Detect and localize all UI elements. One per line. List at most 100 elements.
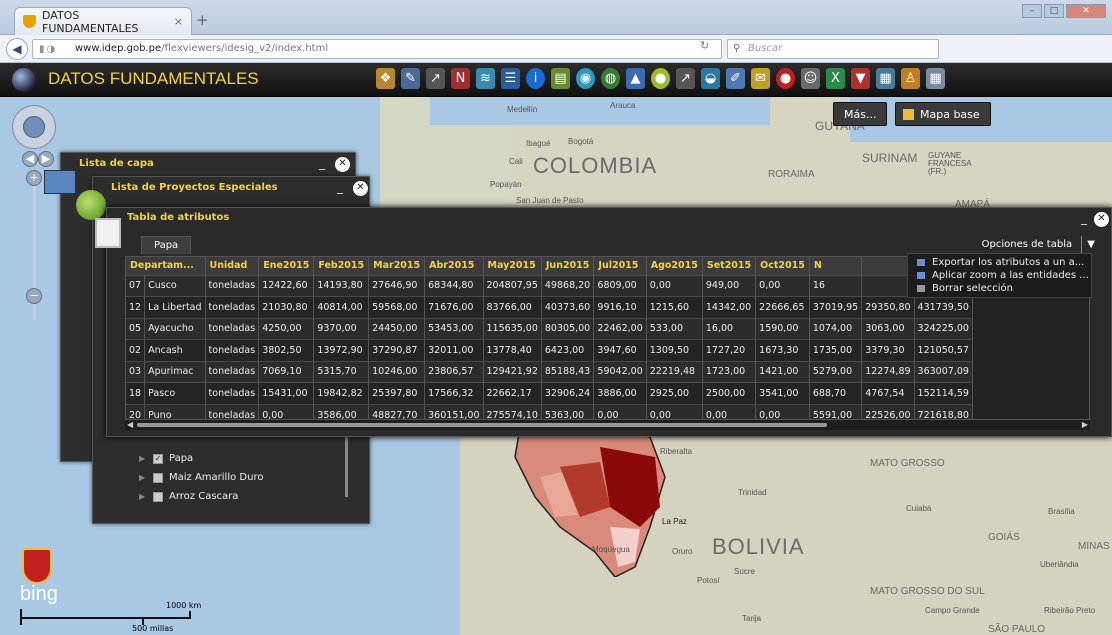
label-campo-grande: Campo Grande: [925, 606, 980, 615]
scroll-right-icon[interactable]: ▶: [1082, 420, 1088, 429]
column-header[interactable]: Unidad: [205, 257, 260, 275]
project-item-maiz[interactable]: ▶ Maiz Amarillo Duro: [139, 468, 263, 487]
project-item-arroz[interactable]: ▶ Arroz Cascara: [139, 487, 263, 506]
browser-tab[interactable]: DATOS FUNDAMENTALES ×: [14, 7, 192, 35]
new-tab-button[interactable]: +: [196, 11, 209, 29]
maximize-window-button[interactable]: □: [1044, 4, 1064, 18]
leaf-widget-icon[interactable]: [76, 190, 106, 220]
column-header[interactable]: Mar2015: [368, 257, 426, 275]
search-bar[interactable]: ⚲ Buscar: [727, 39, 939, 59]
list-tool-icon[interactable]: ☰: [501, 68, 520, 89]
table-row[interactable]: 18 Pasco toneladas 15431,00 19842,82 25397,80…: [126, 382, 973, 404]
table-options-button[interactable]: Opciones de tabla ▼: [982, 236, 1095, 254]
zoom-slider[interactable]: + −: [26, 170, 42, 320]
menu-clear-selection[interactable]: Borrar selección: [908, 282, 1091, 295]
excel-tool-icon[interactable]: X: [826, 68, 845, 89]
column-header[interactable]: May2015: [483, 257, 542, 275]
zoom-out-icon[interactable]: −: [26, 288, 42, 304]
chevron-down-icon[interactable]: ▼: [1081, 236, 1095, 254]
person-tool-icon[interactable]: ♙: [901, 68, 920, 89]
url-path: /flexviewers/idesig_v2/index.html: [161, 43, 329, 54]
table-tool-icon[interactable]: ▦: [876, 68, 895, 89]
pan-center-icon[interactable]: [23, 116, 45, 138]
expand-icon[interactable]: ▶: [139, 473, 153, 482]
menu-export-attributes[interactable]: Exportar los atributos a un a...: [908, 256, 1091, 269]
table-cell: 4767,54: [861, 382, 915, 404]
layer-list-minimize-button[interactable]: _: [319, 156, 325, 170]
checkbox-checked-icon[interactable]: ✓: [153, 453, 163, 464]
layers-tool-icon[interactable]: ❖: [376, 68, 395, 89]
notes-tool-icon[interactable]: ✉: [751, 68, 770, 89]
column-header[interactable]: Abr2015: [424, 257, 484, 275]
scrollbar-thumb[interactable]: [137, 423, 827, 427]
globe-tool-icon[interactable]: ◉: [576, 68, 595, 89]
label-popayan: Popayán: [490, 180, 522, 189]
scale-mi-label: 500 millas: [132, 624, 174, 633]
print-tool-icon[interactable]: ▤: [551, 68, 570, 89]
more-button[interactable]: Más...: [833, 102, 888, 126]
basemap-button[interactable]: Mapa base: [895, 102, 991, 126]
table-row[interactable]: 05 Ayacucho toneladas 4250,00 9370,00 24450,0…: [126, 317, 973, 340]
layer-list-close-button[interactable]: ✕: [335, 157, 350, 172]
project-item-papa[interactable]: ▶ ✓ Papa: [139, 449, 263, 468]
column-header[interactable]: Ene2015: [258, 257, 315, 275]
bookmark-tool-icon[interactable]: N: [451, 68, 470, 89]
expand-icon[interactable]: ▶: [139, 454, 153, 463]
back-button[interactable]: ◀: [6, 38, 28, 60]
projects-scrollbar[interactable]: [345, 437, 348, 497]
selection-tool-icon[interactable]: ●: [651, 68, 670, 89]
table-row[interactable]: 03 Apurimac toneladas 7069,10 5315,70 10246,0…: [126, 360, 973, 383]
column-header[interactable]: Set2015: [702, 257, 757, 275]
checkbox-icon[interactable]: [153, 472, 163, 483]
table-row[interactable]: 07 Cusco toneladas 12422,60 14193,80 27646,90…: [126, 274, 973, 297]
tab-close-icon[interactable]: ×: [174, 15, 183, 28]
column-header[interactable]: Jun2015: [541, 257, 595, 275]
table-cell: 17566,32: [424, 382, 484, 404]
table-cell: 3802,50: [258, 339, 315, 361]
horizontal-scrollbar[interactable]: ◀ ▶: [125, 420, 1090, 430]
record-tool-icon[interactable]: ●: [776, 68, 795, 89]
grid-tool-icon[interactable]: ▦: [926, 68, 945, 89]
projects-minimize-button[interactable]: _: [337, 180, 343, 194]
scroll-left-icon[interactable]: ◀: [127, 420, 133, 429]
attribute-table-minimize-button[interactable]: _: [1081, 211, 1087, 225]
measure-tool-icon[interactable]: ↗: [426, 68, 445, 89]
projects-close-button[interactable]: ✕: [353, 181, 368, 196]
checkbox-icon[interactable]: [153, 491, 163, 502]
zoom-in-icon[interactable]: +: [26, 170, 42, 186]
reload-icon[interactable]: ↻: [700, 39, 709, 52]
column-header[interactable]: Ago2015: [646, 257, 703, 275]
column-header[interactable]: Oct2015: [755, 257, 810, 275]
attribute-table-close-button[interactable]: ✕: [1094, 212, 1109, 227]
column-header[interactable]: Jul2015: [593, 257, 647, 275]
menu-zoom-to-features[interactable]: Aplicar zoom a las entidades ...: [908, 269, 1091, 282]
clear-icon: [917, 285, 925, 292]
column-header[interactable]: Departam...: [126, 257, 206, 275]
pan-tool-icon[interactable]: ↗: [676, 68, 695, 89]
table-row[interactable]: 12 La Libertad toneladas 21030,80 40814,00 59…: [126, 296, 973, 318]
edit-tool-icon[interactable]: ✐: [726, 68, 745, 89]
minimize-window-button[interactable]: –: [1022, 4, 1042, 18]
table-row[interactable]: 02 Ancash toneladas 3802,50 13972,90 37290,87…: [126, 339, 973, 361]
column-header[interactable]: Feb2015: [313, 257, 370, 275]
column-header[interactable]: N: [809, 257, 863, 275]
zoom-next-icon[interactable]: ▶: [38, 151, 54, 167]
tab-papa[interactable]: Papa: [141, 236, 192, 254]
map-tool-icon[interactable]: ◍: [601, 68, 620, 89]
legend-tool-icon[interactable]: ≋: [476, 68, 495, 89]
table-row[interactable]: 20 Puno toneladas 0,00 3586,00 48827,70 360151…: [126, 403, 973, 419]
zoom-full-extent-icon[interactable]: ◀: [22, 151, 38, 167]
pan-control[interactable]: [12, 105, 56, 149]
draw-tool-icon[interactable]: ✎: [401, 68, 420, 89]
url-bar[interactable]: ▮◑ www.idep.gob.pe/flexviewers/idesig_v2…: [32, 39, 722, 59]
search-tool-icon[interactable]: ▲: [626, 68, 645, 89]
site-info-icon[interactable]: ▮◑: [39, 41, 57, 59]
table-cell: 4250,00: [258, 317, 315, 340]
expand-icon[interactable]: ▶: [139, 492, 153, 501]
layers-stack-icon[interactable]: [44, 170, 76, 194]
swipe-tool-icon[interactable]: ◒: [701, 68, 720, 89]
close-window-button[interactable]: ✕: [1066, 4, 1106, 18]
users-tool-icon[interactable]: ☺: [801, 68, 820, 89]
info-tool-icon[interactable]: i: [526, 68, 545, 89]
chart-tool-icon[interactable]: ▼: [851, 68, 870, 89]
